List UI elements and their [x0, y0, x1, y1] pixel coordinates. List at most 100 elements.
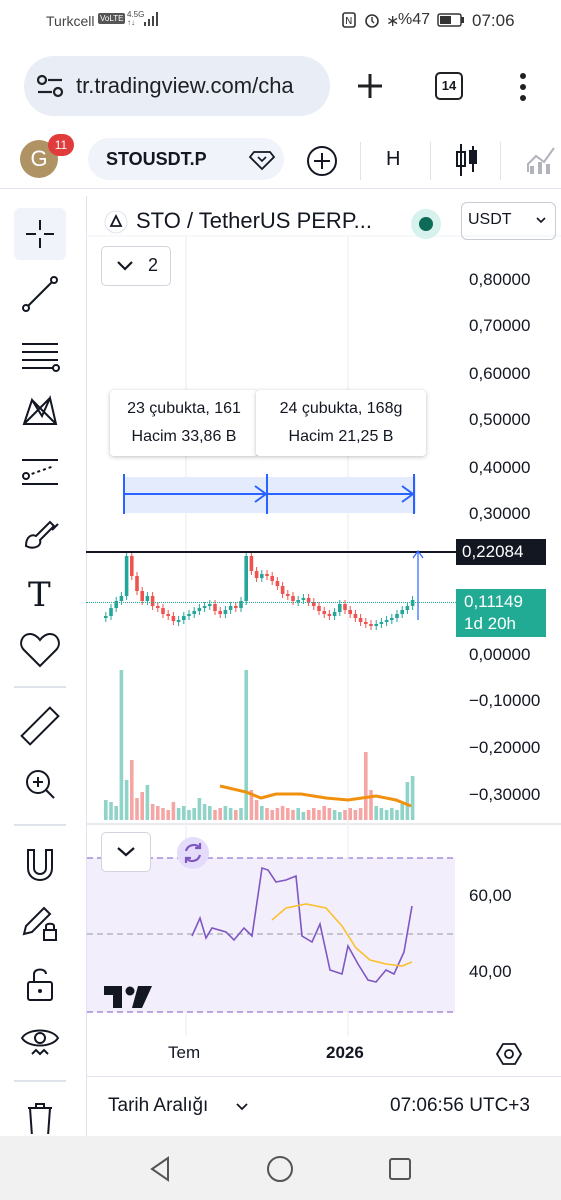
- volume-bar: [223, 806, 228, 820]
- volume-bar: [202, 804, 207, 820]
- indicators-icon[interactable]: [526, 142, 556, 176]
- candle-body: [322, 611, 326, 614]
- lock-drawings-tool[interactable]: [14, 898, 66, 950]
- candle-body: [218, 611, 222, 614]
- volume-bar: [254, 800, 259, 820]
- candle-body: [280, 586, 285, 594]
- volume-bar: [145, 785, 150, 820]
- indicators-collapse-button[interactable]: 2: [101, 246, 171, 286]
- toolbar-separator: [14, 1080, 66, 1082]
- toolbar-divider: [430, 142, 431, 180]
- measure-arrows[interactable]: [118, 468, 423, 520]
- volume-bar: [156, 806, 160, 820]
- remove-tool[interactable]: [14, 1094, 66, 1134]
- candle-body: [275, 581, 280, 586]
- candle-body: [369, 624, 373, 626]
- interval-button[interactable]: H: [386, 148, 400, 171]
- volume-bar: [166, 810, 170, 820]
- favorites-tool[interactable]: [14, 624, 66, 676]
- volume-bar: [119, 670, 124, 820]
- more-menu-icon[interactable]: [516, 72, 530, 102]
- candles-icon[interactable]: [452, 142, 482, 178]
- price-tick: 0,30000: [469, 504, 531, 523]
- home-icon[interactable]: [266, 1155, 294, 1183]
- zoom-tool[interactable]: [14, 758, 66, 810]
- candle-body: [187, 614, 191, 616]
- tab-switcher-button[interactable]: 14: [435, 72, 463, 100]
- crosshair-tool[interactable]: [14, 208, 66, 260]
- volume-bar: [270, 810, 274, 820]
- candle-body: [145, 596, 150, 601]
- currency-select[interactable]: USDT: [461, 202, 556, 240]
- diamond-icon[interactable]: [248, 146, 276, 172]
- horizontal-lines-icon: [22, 343, 60, 372]
- text-tool[interactable]: T: [14, 566, 66, 618]
- hide-drawings-tool[interactable]: [14, 1016, 66, 1068]
- price-tick: −0,20000: [469, 738, 541, 757]
- volume-bar: [213, 810, 217, 820]
- refresh-icon[interactable]: [176, 836, 210, 870]
- price-tick: 0,70000: [469, 316, 531, 335]
- fib-tool[interactable]: [14, 328, 66, 380]
- volume-bar: [301, 812, 306, 820]
- site-settings-icon[interactable]: [36, 74, 64, 98]
- date-range-button[interactable]: Tarih Aralığı: [108, 1095, 208, 1117]
- candle-body: [332, 612, 337, 616]
- candle-body: [228, 606, 233, 610]
- new-tab-icon[interactable]: [356, 72, 384, 100]
- volume-bar: [379, 808, 384, 820]
- candle-body: [379, 622, 384, 624]
- magnet-icon: [27, 849, 53, 882]
- price-tick: −0,30000: [469, 785, 541, 804]
- chart-title[interactable]: STO / TetherUS PERP...: [136, 208, 372, 234]
- candle-body: [343, 604, 347, 610]
- market-status-icon[interactable]: [410, 208, 442, 240]
- volume-bar: [208, 806, 212, 820]
- pencil-lock-icon: [22, 906, 57, 941]
- volume-bar: [150, 804, 155, 820]
- price-tick: 0,40000: [469, 458, 531, 477]
- chart-settings-icon[interactable]: [496, 1042, 522, 1066]
- symbol-label: STOUSDT.P: [106, 149, 207, 169]
- horizontal-line-label: 0,22084: [456, 539, 546, 565]
- forecast-tool[interactable]: [14, 446, 66, 498]
- candle-body: [156, 606, 160, 608]
- candle-body: [291, 596, 295, 601]
- trend-line-tool[interactable]: [14, 268, 66, 320]
- candle-body: [182, 616, 186, 620]
- candle-body: [150, 596, 155, 606]
- chevron-down-icon: [536, 217, 546, 224]
- volume-bar: [384, 810, 389, 820]
- lock-all-tool[interactable]: [14, 958, 66, 1010]
- volume-bar: [104, 800, 108, 820]
- brush-icon: [24, 520, 59, 549]
- address-bar[interactable]: tr.tradingview.com/cha: [24, 56, 330, 116]
- carrier-name: Turkcell: [46, 13, 95, 29]
- rsi-collapse-button[interactable]: [101, 832, 151, 872]
- brush-tool[interactable]: [14, 506, 66, 558]
- heart-icon: [20, 632, 60, 668]
- volume-bar: [234, 810, 238, 820]
- bottom-toolbar: Tarih Aralığı 07:06:56 UTC+3: [86, 1076, 561, 1135]
- candle-body: [270, 576, 274, 581]
- svg-text:T: T: [28, 575, 51, 615]
- timezone-clock[interactable]: 07:06:56 UTC+3: [390, 1095, 530, 1117]
- battery-icon: [437, 13, 464, 27]
- volume-bar: [280, 806, 285, 820]
- url-text[interactable]: tr.tradingview.com/cha: [76, 73, 326, 99]
- chevron-down-icon: [117, 261, 133, 271]
- measure-bars: 24 çubukta, 168g: [279, 400, 403, 417]
- recents-icon[interactable]: [388, 1157, 412, 1181]
- network-indicator: 4.5G ↑↓: [127, 11, 144, 27]
- candle-body: [384, 620, 389, 622]
- compare-add-icon[interactable]: [306, 145, 338, 177]
- magnet-tool[interactable]: [14, 838, 66, 890]
- ruler-tool[interactable]: [14, 700, 66, 752]
- horizontal-line-drawing[interactable]: [86, 551, 456, 553]
- volume-bar: [353, 810, 358, 820]
- unlock-icon: [27, 968, 53, 1001]
- volume-bar: [176, 808, 181, 820]
- symbol-search-button[interactable]: STOUSDT.P: [88, 138, 284, 180]
- back-icon[interactable]: [148, 1156, 172, 1182]
- pattern-tool[interactable]: [14, 386, 66, 438]
